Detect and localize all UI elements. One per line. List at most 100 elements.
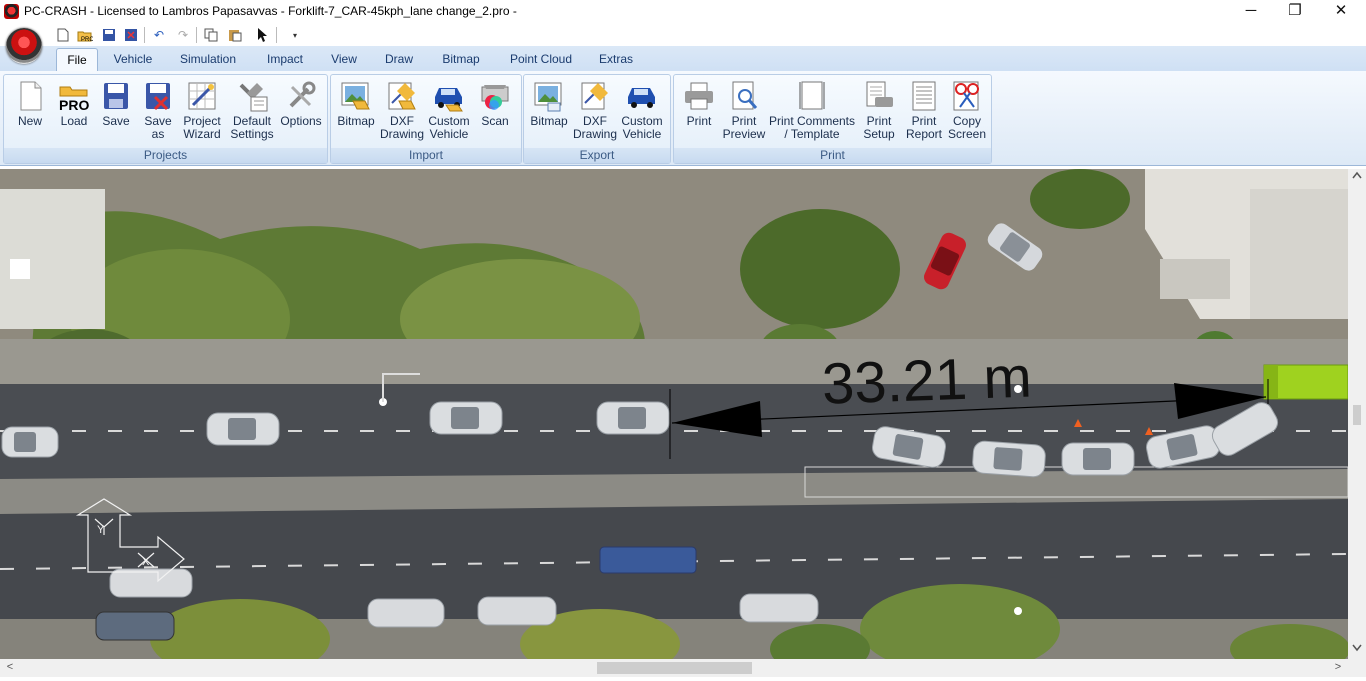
pointer-icon[interactable]: [254, 26, 272, 44]
vertical-scrollbar[interactable]: [1348, 169, 1366, 659]
print-preview-icon: [732, 81, 758, 110]
close-button[interactable]: ✕: [1318, 0, 1364, 24]
export-bitmap-icon: [534, 82, 562, 112]
copy-icon[interactable]: [202, 26, 220, 44]
export-bitmap-button[interactable]: Bitmap: [526, 79, 572, 128]
export-bitmap-label: Bitmap: [530, 114, 568, 128]
save-icon[interactable]: [100, 26, 118, 44]
print-report-label-2: Report: [905, 127, 943, 141]
svg-text:PRO: PRO: [81, 37, 93, 42]
save-as-icon[interactable]: [122, 26, 140, 44]
tab-bitmap[interactable]: Bitmap: [434, 46, 488, 71]
new-document-icon: [20, 81, 42, 111]
load-button[interactable]: PRO Load: [52, 79, 96, 128]
group-export: Bitmap DXF Drawing Custom Vehicle Export: [523, 74, 671, 164]
app-icon: [4, 4, 19, 19]
export-dxf-icon: [581, 82, 608, 110]
print-comments-button[interactable]: Print Comments / Template: [766, 79, 858, 141]
printer-icon: [685, 82, 713, 110]
svg-text:PRO: PRO: [59, 97, 89, 113]
print-setup-label-2: Setup: [863, 127, 895, 141]
default-settings-icon: [239, 83, 268, 112]
tab-vehicle[interactable]: Vehicle: [108, 46, 158, 71]
axis-y-label: Y: [97, 524, 105, 536]
options-tools-icon: [289, 81, 316, 108]
export-custom-vehicle-button[interactable]: Custom Vehicle: [618, 79, 666, 141]
print-button[interactable]: Print: [676, 79, 722, 128]
import-bitmap-icon: [341, 82, 370, 110]
window-bottom-edge: [0, 677, 1366, 681]
vertical-scroll-thumb[interactable]: [1353, 405, 1361, 425]
tab-extras[interactable]: Extras: [592, 46, 640, 71]
tab-point-cloud[interactable]: Point Cloud: [502, 46, 580, 71]
forklift: [1263, 364, 1348, 400]
print-setup-icon: [866, 81, 893, 107]
project-wizard-label-2: Wizard: [183, 127, 221, 141]
minimize-button[interactable]: ─: [1228, 0, 1274, 24]
scroll-up-icon[interactable]: [1349, 170, 1365, 182]
print-preview-label-2: Preview: [722, 127, 766, 141]
drawing-canvas[interactable]: Y X 33.21 m: [0, 169, 1348, 659]
scan-icon: [481, 85, 509, 110]
print-report-icon: [912, 81, 936, 111]
group-print: Print Print Preview Print Comments / Tem…: [673, 74, 992, 164]
project-wizard-button[interactable]: Project Wizard: [180, 79, 224, 141]
application-menu-button[interactable]: [6, 28, 42, 64]
import-bitmap-button[interactable]: Bitmap: [333, 79, 379, 128]
load-pro-icon: PRO: [59, 86, 89, 113]
open-pro-icon[interactable]: PRO: [76, 26, 94, 44]
print-comments-label-2: / Template: [784, 127, 840, 141]
quick-access-toolbar: PRO ↶ ↷ ▾: [0, 24, 1366, 46]
export-dxf-label-2: Drawing: [572, 127, 617, 141]
scroll-down-icon[interactable]: [1349, 643, 1365, 655]
print-comments-icon: [799, 81, 825, 110]
options-button[interactable]: Options: [278, 79, 324, 128]
default-settings-button[interactable]: Default Settings: [226, 79, 278, 141]
save-as-label-2: as: [151, 127, 165, 141]
print-report-button[interactable]: Print Report: [902, 79, 946, 141]
aerial-scene: Y X 33.21 m: [0, 169, 1348, 659]
copy-screen-button[interactable]: Copy Screen: [946, 79, 988, 141]
export-vehicle-icon: [628, 88, 655, 108]
horizontal-scroll-thumb[interactable]: [597, 662, 752, 674]
redo-icon[interactable]: ↷: [174, 26, 192, 44]
tab-file[interactable]: File: [56, 48, 98, 72]
paste-icon[interactable]: [226, 26, 244, 44]
horizontal-scrollbar[interactable]: < >: [0, 659, 1348, 677]
copy-screen-icon: [953, 81, 979, 111]
restore-button[interactable]: ❐: [1272, 0, 1318, 24]
new-button[interactable]: New: [8, 79, 52, 128]
scroll-right-icon[interactable]: >: [1330, 661, 1346, 673]
group-export-label: Export: [524, 148, 670, 163]
print-preview-button[interactable]: Print Preview: [722, 79, 766, 141]
print-setup-button[interactable]: Print Setup: [858, 79, 900, 141]
save-label: Save: [102, 114, 130, 128]
undo-icon[interactable]: ↶: [150, 26, 168, 44]
group-projects: New PRO Load Save Save as Project Wizard…: [3, 74, 328, 164]
scroll-left-icon[interactable]: <: [2, 661, 18, 673]
import-dxf-label-2: Drawing: [379, 127, 424, 141]
default-settings-label-2: Settings: [230, 127, 274, 141]
save-button[interactable]: Save: [96, 79, 136, 128]
tab-view[interactable]: View: [324, 46, 364, 71]
copy-screen-label-2: Screen: [947, 127, 987, 141]
measurement-label: 33.21 m: [821, 345, 1033, 417]
scan-label: Scan: [481, 114, 509, 128]
save-as-button[interactable]: Save as: [138, 79, 178, 141]
scan-button[interactable]: Scan: [475, 79, 515, 128]
tab-draw[interactable]: Draw: [378, 46, 420, 71]
axis-x-label: X: [142, 556, 150, 568]
tab-simulation[interactable]: Simulation: [172, 46, 244, 71]
export-custom-vehicle-label-2: Vehicle: [622, 127, 662, 141]
tab-impact[interactable]: Impact: [258, 46, 312, 71]
print-label: Print: [686, 114, 712, 128]
import-dxf-button[interactable]: DXF Drawing: [379, 79, 425, 141]
new-file-icon[interactable]: [54, 26, 72, 44]
import-custom-vehicle-button[interactable]: Custom Vehicle: [425, 79, 473, 141]
qat-dropdown-icon[interactable]: ▾: [286, 26, 304, 44]
group-projects-label: Projects: [4, 148, 327, 163]
window-title: PC-CRASH - Licensed to Lambros Papasavva…: [24, 4, 517, 18]
export-dxf-button[interactable]: DXF Drawing: [572, 79, 618, 141]
group-print-label: Print: [674, 148, 991, 163]
group-import: Bitmap DXF Drawing Custom Vehicle Scan I…: [330, 74, 522, 164]
